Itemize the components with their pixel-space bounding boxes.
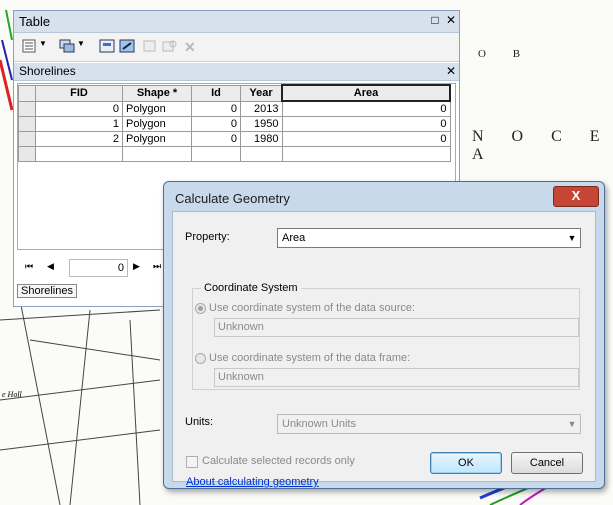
chevron-down-icon: ▼ — [567, 419, 577, 429]
cell-year: 2013 — [240, 100, 283, 117]
record-navigator: ⏮ ◀ 0 ▶ ⏭ — [17, 259, 167, 279]
map-label-hall: e Holl — [2, 390, 22, 399]
layer-tab-bar: Shorelines ✕ — [14, 63, 459, 81]
table-titlebar: Table □ ✕ — [14, 11, 459, 33]
cell-area: 0 — [281, 100, 451, 117]
dialog-body: Property: Area ▼ Coordinate System Use c… — [172, 211, 596, 488]
units-label: Units: — [185, 416, 214, 428]
data-source-field[interactable]: Unknown — [214, 318, 579, 337]
cell-id: 0 — [191, 116, 241, 132]
column-header-area[interactable]: Area — [281, 84, 451, 102]
property-select[interactable]: Area ▼ — [277, 228, 581, 248]
next-record-icon[interactable]: ▶ — [133, 261, 140, 272]
row-selector[interactable] — [18, 131, 36, 147]
selected-only-checkbox[interactable] — [186, 456, 198, 468]
column-header-shape[interactable]: Shape * — [122, 84, 192, 102]
cell-area: 0 — [281, 116, 451, 132]
cell-fid: 0 — [35, 100, 123, 117]
data-source-radio[interactable] — [195, 303, 206, 314]
cell-fid: 1 — [35, 116, 123, 132]
cell-shape: Polygon — [122, 131, 192, 147]
table-window-title: Table — [19, 14, 51, 29]
data-source-radio-label: Use coordinate system of the data source… — [209, 302, 416, 314]
map-label-ocean: N O C E A — [472, 128, 612, 163]
data-frame-radio[interactable] — [195, 353, 206, 364]
close-icon[interactable]: ✕ — [444, 64, 458, 78]
layer-title: Shorelines — [19, 64, 76, 78]
row-selector[interactable] — [18, 146, 36, 162]
attribute-table: FID Shape * Id Year Area 0 Polygon 0 201… — [18, 84, 451, 162]
column-header-id[interactable]: Id — [191, 84, 241, 102]
cell-shape: Polygon — [122, 116, 192, 132]
switch-selection-icon[interactable] — [119, 39, 135, 53]
cancel-button[interactable]: Cancel — [511, 452, 583, 474]
related-tables-icon[interactable] — [59, 39, 75, 53]
cell-year: 1950 — [240, 116, 283, 132]
table-options-icon[interactable] — [22, 39, 38, 53]
first-record-icon[interactable]: ⏮ — [25, 261, 33, 272]
dialog-close-button[interactable]: X — [553, 186, 599, 207]
data-frame-radio-label: Use coordinate system of the data frame: — [209, 352, 411, 364]
column-header-year[interactable]: Year — [240, 84, 283, 102]
chevron-down-icon[interactable]: ▼ — [77, 39, 85, 53]
cell-id: 0 — [191, 131, 241, 147]
table-tabs: Shorelines — [17, 284, 77, 298]
table-row[interactable]: 2 Polygon 0 1980 0 — [18, 131, 451, 147]
ok-button[interactable]: OK — [430, 452, 502, 474]
selected-only-label: Calculate selected records only — [202, 455, 355, 467]
row-selector-header[interactable] — [18, 84, 36, 102]
clear-selection-icon[interactable] — [142, 39, 158, 53]
table-row-new[interactable] — [18, 146, 451, 162]
cell-shape: Polygon — [122, 100, 192, 117]
table-header-row: FID Shape * Id Year Area — [18, 84, 451, 102]
zoom-to-selected-icon[interactable] — [162, 39, 178, 53]
close-icon[interactable]: ✕ — [444, 13, 458, 27]
property-value: Area — [282, 232, 306, 244]
calculate-geometry-dialog: Calculate Geometry X Property: Area ▼ Co… — [163, 181, 605, 489]
data-frame-field[interactable]: Unknown — [214, 368, 579, 387]
cell-fid: 2 — [35, 131, 123, 147]
chevron-down-icon: ▼ — [567, 233, 577, 243]
row-selector[interactable] — [18, 116, 36, 132]
map-label-ocean-top: O B — [478, 48, 533, 60]
table-row[interactable]: 0 Polygon 0 2013 0 — [18, 100, 451, 117]
previous-record-icon[interactable]: ◀ — [47, 261, 54, 272]
table-toolbar: ▼ ▼ ✕ — [14, 33, 459, 62]
record-number-input[interactable]: 0 — [69, 259, 128, 277]
help-link[interactable]: About calculating geometry — [186, 476, 319, 488]
dialog-title: Calculate Geometry — [175, 191, 290, 206]
column-header-fid[interactable]: FID — [35, 84, 123, 102]
delete-selected-icon[interactable]: ✕ — [184, 39, 200, 55]
last-record-icon[interactable]: ⏭ — [153, 261, 161, 272]
cell-area: 0 — [281, 131, 451, 147]
tab-shorelines[interactable]: Shorelines — [17, 284, 77, 298]
chevron-down-icon[interactable]: ▼ — [39, 39, 47, 53]
select-by-attributes-icon[interactable] — [99, 39, 115, 53]
coordinate-system-label: Coordinate System — [204, 282, 298, 294]
property-label: Property: — [185, 231, 230, 243]
table-row[interactable]: 1 Polygon 0 1950 0 — [18, 116, 451, 132]
restore-icon[interactable]: □ — [428, 13, 442, 27]
cell-id: 0 — [191, 100, 241, 117]
cell-year: 1980 — [240, 131, 283, 147]
row-selector[interactable] — [18, 100, 36, 117]
units-value: Unknown Units — [282, 418, 356, 430]
units-select[interactable]: Unknown Units ▼ — [277, 414, 581, 434]
